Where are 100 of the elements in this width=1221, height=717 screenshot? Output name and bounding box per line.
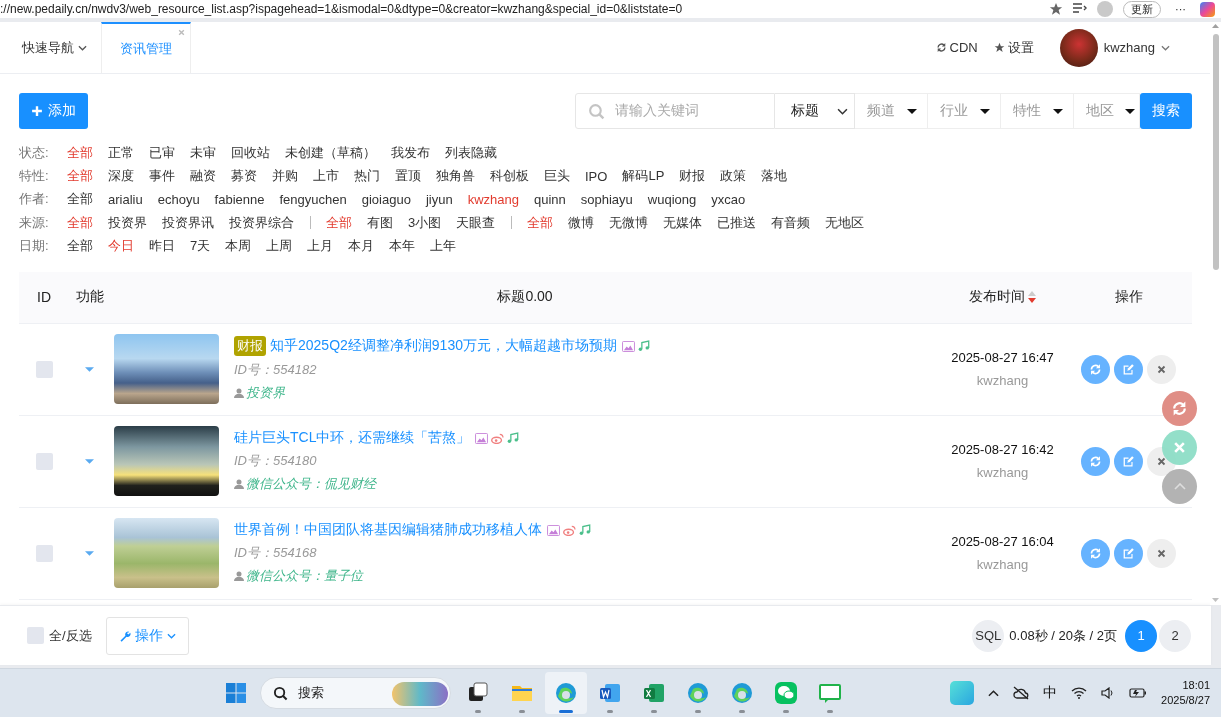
filter-option[interactable]: echoyu [157, 191, 200, 207]
filter-option[interactable]: 深度 [108, 167, 134, 186]
filter-option[interactable]: 募资 [231, 167, 257, 186]
filter-option[interactable]: 无地区 [825, 213, 865, 232]
filter-option[interactable]: 全部 [67, 213, 93, 232]
browser-icon[interactable] [554, 681, 578, 705]
update-button[interactable]: 更新 [1123, 0, 1161, 18]
filter-option[interactable]: 天眼查 [456, 213, 496, 232]
filter-option[interactable]: 全部 [527, 213, 554, 232]
filter-option[interactable]: arialiu [108, 191, 143, 207]
filter-option[interactable]: 投资界综合 [229, 213, 294, 232]
filter-option[interactable]: 未创建（草稿） [285, 143, 376, 162]
more-button[interactable]: ··· [1171, 3, 1190, 15]
input-method-indicator[interactable]: 中 [1043, 684, 1058, 702]
delete-button[interactable] [1147, 538, 1176, 568]
browser-icon[interactable] [730, 681, 754, 705]
word-app-icon[interactable] [598, 681, 622, 705]
filter-option[interactable]: wuqiong [647, 191, 697, 207]
filter-option[interactable]: 正常 [108, 143, 134, 162]
refresh-button[interactable] [1081, 354, 1110, 384]
filter-option[interactable]: 上年 [430, 237, 457, 256]
page-button[interactable]: 2 [1159, 619, 1191, 652]
filter-option[interactable]: 未审 [190, 143, 216, 162]
filter-option[interactable]: 回收站 [231, 143, 270, 162]
chat-bubble-icon[interactable] [774, 681, 798, 705]
filter-option[interactable]: fengyuchen [279, 191, 347, 207]
filter-option[interactable]: fabienne [214, 191, 265, 207]
scroll-up-arrow-icon[interactable] [1212, 24, 1219, 28]
edit-button[interactable] [1114, 354, 1143, 384]
taskbar-search-field[interactable]: 搜索 [260, 677, 451, 709]
filter-option[interactable]: 上月 [307, 237, 334, 256]
filter-option[interactable]: sophiayu [580, 191, 633, 207]
refresh-button[interactable] [1081, 446, 1110, 476]
filter-option[interactable]: 我发布 [391, 143, 430, 162]
quick-nav-menu[interactable]: 快速导航 [0, 22, 101, 73]
filter-option[interactable]: 事件 [149, 167, 175, 186]
filter-option[interactable]: 列表隐藏 [445, 143, 497, 162]
message-icon[interactable] [818, 681, 842, 705]
close-icon[interactable] [178, 29, 185, 36]
filter-option[interactable]: 有图 [367, 213, 393, 232]
filter-option[interactable]: kwzhang [467, 191, 519, 207]
edit-button[interactable] [1114, 538, 1143, 568]
scrollbar-thumb[interactable] [1212, 34, 1219, 270]
excel-app-icon[interactable] [642, 681, 666, 705]
filter-option[interactable]: 已推送 [717, 213, 757, 232]
user-menu[interactable]: kwzhang [1041, 22, 1210, 73]
filter-option[interactable]: 并购 [272, 167, 298, 186]
cloud-off-icon[interactable] [1013, 686, 1030, 700]
refresh-button[interactable] [1081, 538, 1110, 568]
wifi-icon[interactable] [1071, 687, 1088, 699]
filter-option[interactable]: 有音频 [771, 213, 811, 232]
filter-option[interactable]: 解码LP [622, 167, 665, 186]
filter-option[interactable]: 全部 [67, 167, 93, 186]
edit-button[interactable] [1114, 446, 1143, 476]
battery-icon[interactable] [1129, 687, 1148, 699]
filter-option[interactable]: 上市 [313, 167, 339, 186]
filter-option[interactable]: 融资 [190, 167, 216, 186]
filter-option[interactable]: 无微博 [609, 213, 649, 232]
filter-option[interactable]: quinn [533, 191, 566, 207]
row-checkbox[interactable] [35, 544, 53, 562]
app-tray-icon[interactable] [950, 681, 975, 705]
filter-option[interactable]: 昨日 [149, 237, 175, 256]
filter-option[interactable]: 7天 [190, 237, 211, 256]
start-menu-icon[interactable] [226, 683, 246, 703]
settings-link[interactable]: 设置 [985, 22, 1042, 73]
filter-option[interactable]: 投资界 [108, 213, 147, 232]
filter-option[interactable]: 投资界讯 [162, 213, 214, 232]
filter-option[interactable]: 科创板 [490, 167, 529, 186]
filter-option[interactable]: 财报 [679, 167, 706, 186]
filter-option[interactable]: 本年 [389, 237, 416, 256]
filter-option[interactable]: jiyun [425, 191, 453, 207]
cdn-link[interactable]: CDN [927, 22, 986, 73]
browser-icon[interactable] [686, 681, 710, 705]
filter-option[interactable]: 全部 [67, 190, 93, 209]
filter-option[interactable]: 3小图 [408, 213, 442, 232]
filter-option[interactable]: 巨头 [544, 167, 570, 186]
filter-option[interactable]: 本月 [348, 237, 375, 256]
filter-option[interactable]: 独角兽 [436, 167, 475, 186]
filter-option[interactable]: 已审 [149, 143, 175, 162]
filter-option[interactable]: 本周 [225, 237, 252, 256]
filter-option[interactable]: 上周 [266, 237, 293, 256]
filter-option[interactable]: 置顶 [395, 167, 421, 186]
sort-icon[interactable] [1028, 291, 1036, 304]
filter-option[interactable]: 热门 [354, 167, 380, 186]
filter-option[interactable]: 全部 [67, 143, 93, 162]
select-all-checkbox[interactable] [27, 627, 44, 644]
row-checkbox[interactable] [35, 452, 53, 470]
filter-option[interactable]: 全部 [326, 213, 352, 232]
filter-option[interactable]: 落地 [761, 167, 788, 186]
taskbar-clock[interactable]: 18:01 2025/8/27 [1161, 678, 1210, 708]
filter-option[interactable]: yxcao [711, 191, 746, 207]
filter-option[interactable]: 政策 [720, 167, 747, 186]
row-checkbox[interactable] [35, 360, 53, 378]
filter-option[interactable]: 全部 [67, 237, 93, 256]
scroll-down-arrow-icon[interactable] [1212, 598, 1219, 602]
filter-option[interactable]: 微博 [568, 213, 595, 232]
field-select[interactable]: 标题 [775, 93, 855, 129]
filter-option[interactable]: gioiaguo [361, 191, 411, 207]
volume-icon[interactable] [1101, 687, 1116, 699]
delete-button[interactable] [1147, 354, 1176, 384]
